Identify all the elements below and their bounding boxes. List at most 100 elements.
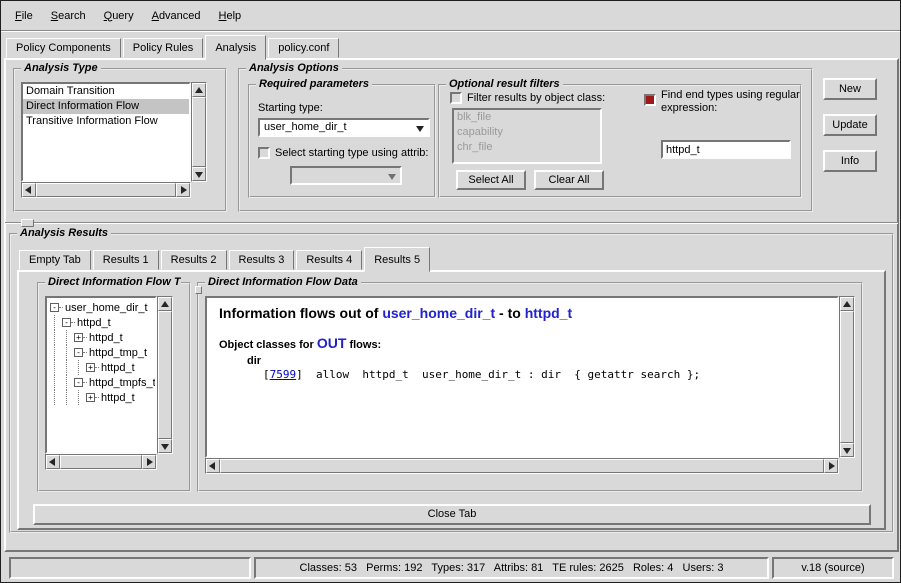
header-prefix: Information flows out of	[219, 305, 382, 321]
tree-expander-icon[interactable]: -	[62, 318, 71, 327]
scroll-right-arrow-icon[interactable]	[176, 183, 190, 197]
tab-results-1[interactable]: Results 1	[93, 250, 159, 270]
clear-all-button[interactable]: Clear All	[534, 170, 604, 190]
tree-expander-icon[interactable]: +	[86, 393, 95, 402]
tree-node-label[interactable]: httpd_t	[87, 332, 123, 344]
list-item-direct-info-flow[interactable]: Direct Information Flow	[23, 99, 189, 114]
tab-results-3[interactable]: Results 3	[229, 250, 295, 270]
tab-policy-conf[interactable]: policy.conf	[268, 38, 339, 58]
scroll-thumb[interactable]	[36, 183, 176, 197]
menu-help[interactable]: Help	[210, 7, 251, 25]
dropdown-arrow-icon[interactable]	[416, 126, 424, 132]
regex-input[interactable]	[661, 140, 791, 159]
tree-guide-line	[62, 330, 74, 345]
tab-results-5[interactable]: Results 5	[364, 247, 430, 272]
tree-guide-line	[50, 360, 62, 375]
sash-handle[interactable]	[195, 286, 202, 294]
tab-policy-rules[interactable]: Policy Rules	[123, 38, 204, 58]
tree-guide-line	[62, 390, 74, 405]
menu-query[interactable]: Query	[95, 7, 143, 25]
scroll-down-arrow-icon[interactable]	[158, 439, 172, 453]
scroll-thumb[interactable]	[220, 459, 824, 473]
attrib-combobox[interactable]	[290, 166, 402, 185]
scroll-up-arrow-icon[interactable]	[840, 297, 854, 311]
scroll-up-arrow-icon[interactable]	[192, 83, 206, 97]
tab-policy-components[interactable]: Policy Components	[6, 38, 121, 58]
scroll-thumb[interactable]	[60, 455, 142, 469]
new-button[interactable]: New	[823, 78, 877, 100]
scroll-down-arrow-icon[interactable]	[192, 167, 206, 181]
analysis-type-horizontal-scrollbar[interactable]	[21, 182, 191, 198]
tab-analysis[interactable]: Analysis	[205, 35, 266, 60]
regex-label-line2: expression:	[661, 102, 807, 115]
analysis-type-group: Analysis Type Domain Transition Direct I…	[13, 68, 227, 212]
scroll-track[interactable]	[192, 97, 206, 167]
tab-results-4[interactable]: Results 4	[296, 250, 362, 270]
tree-guide-line	[62, 360, 74, 375]
tree-node[interactable]: -httpd_tmp_t	[50, 345, 155, 360]
data-horizontal-scrollbar[interactable]	[205, 458, 839, 474]
scroll-thumb[interactable]	[840, 311, 854, 443]
tree-node[interactable]: + httpd_t	[50, 390, 155, 405]
scroll-track[interactable]	[36, 183, 176, 197]
analysis-type-title: Analysis Type	[21, 62, 101, 74]
scroll-down-arrow-icon[interactable]	[840, 443, 854, 457]
tree-horizontal-scrollbar[interactable]	[45, 454, 157, 470]
info-flow-data-text[interactable]: Information flows out of user_home_dir_t…	[205, 296, 839, 458]
tree-node[interactable]: -httpd_t	[50, 315, 155, 330]
required-parameters-group: Required parameters Starting type: user_…	[248, 84, 436, 198]
status-bar-left	[9, 557, 251, 579]
tree-expander-icon[interactable]: +	[74, 333, 83, 342]
rule-number-link[interactable]: 7599	[270, 368, 297, 381]
update-button[interactable]: Update	[823, 114, 877, 136]
scroll-track[interactable]	[840, 311, 854, 443]
sash-handle[interactable]	[21, 219, 34, 227]
tree-node[interactable]: -httpd_tmpfs_t	[50, 375, 155, 390]
tree-node-label[interactable]: httpd_t	[99, 362, 135, 374]
menu-advanced[interactable]: Advanced	[143, 7, 210, 25]
filter-by-object-class-checkbox[interactable]	[450, 92, 462, 104]
scroll-left-arrow-icon[interactable]	[206, 459, 220, 473]
menu-search[interactable]: Search	[42, 7, 95, 25]
select-all-button[interactable]: Select All	[456, 170, 526, 190]
tree-node[interactable]: + httpd_t	[50, 360, 155, 375]
attrib-checkbox[interactable]	[258, 147, 270, 159]
tab-empty-tab[interactable]: Empty Tab	[19, 250, 91, 270]
tree-expander-icon[interactable]: -	[74, 348, 83, 357]
starting-type-combobox[interactable]: user_home_dir_t	[258, 118, 430, 137]
close-tab-button[interactable]: Close Tab	[33, 504, 871, 525]
scroll-left-arrow-icon[interactable]	[46, 455, 60, 469]
tree-vertical-scrollbar[interactable]	[157, 296, 173, 454]
list-item-transitive-info-flow[interactable]: Transitive Information Flow	[23, 114, 189, 129]
info-button[interactable]: Info	[823, 150, 877, 172]
list-item-domain-transition[interactable]: Domain Transition	[23, 84, 189, 99]
scroll-right-arrow-icon[interactable]	[142, 455, 156, 469]
tree-node-label[interactable]: httpd_tmpfs_t	[87, 377, 156, 389]
tree-node-label[interactable]: user_home_dir_t	[63, 302, 148, 314]
tree-guide-line	[50, 330, 62, 345]
tree-node-label[interactable]: httpd_t	[99, 392, 135, 404]
scroll-right-arrow-icon[interactable]	[824, 459, 838, 473]
tree-expander-icon[interactable]: -	[50, 303, 59, 312]
tree-node[interactable]: + httpd_t	[50, 330, 155, 345]
data-vertical-scrollbar[interactable]	[839, 296, 855, 458]
scroll-track[interactable]	[60, 455, 142, 469]
tree-expander-icon[interactable]: +	[86, 363, 95, 372]
scroll-thumb[interactable]	[192, 97, 206, 167]
scroll-track[interactable]	[158, 311, 172, 439]
tab-results-2[interactable]: Results 2	[161, 250, 227, 270]
scroll-track[interactable]	[220, 459, 824, 473]
scroll-thumb[interactable]	[158, 311, 172, 439]
object-class-item: capability	[454, 125, 600, 140]
scroll-left-arrow-icon[interactable]	[22, 183, 36, 197]
info-flow-data-title: Direct Information Flow Data	[205, 276, 361, 288]
pane-sash[interactable]	[5, 222, 898, 224]
tree-node-label[interactable]: httpd_t	[75, 317, 111, 329]
analysis-type-vertical-scrollbar[interactable]	[191, 82, 207, 182]
tree-expander-icon[interactable]: -	[74, 378, 83, 387]
scroll-up-arrow-icon[interactable]	[158, 297, 172, 311]
find-end-types-regex-checkbox[interactable]	[644, 94, 656, 106]
tree-node-label[interactable]: httpd_tmp_t	[87, 347, 147, 359]
menu-file[interactable]: File	[6, 7, 42, 25]
tree-node[interactable]: -user_home_dir_t	[50, 300, 155, 315]
